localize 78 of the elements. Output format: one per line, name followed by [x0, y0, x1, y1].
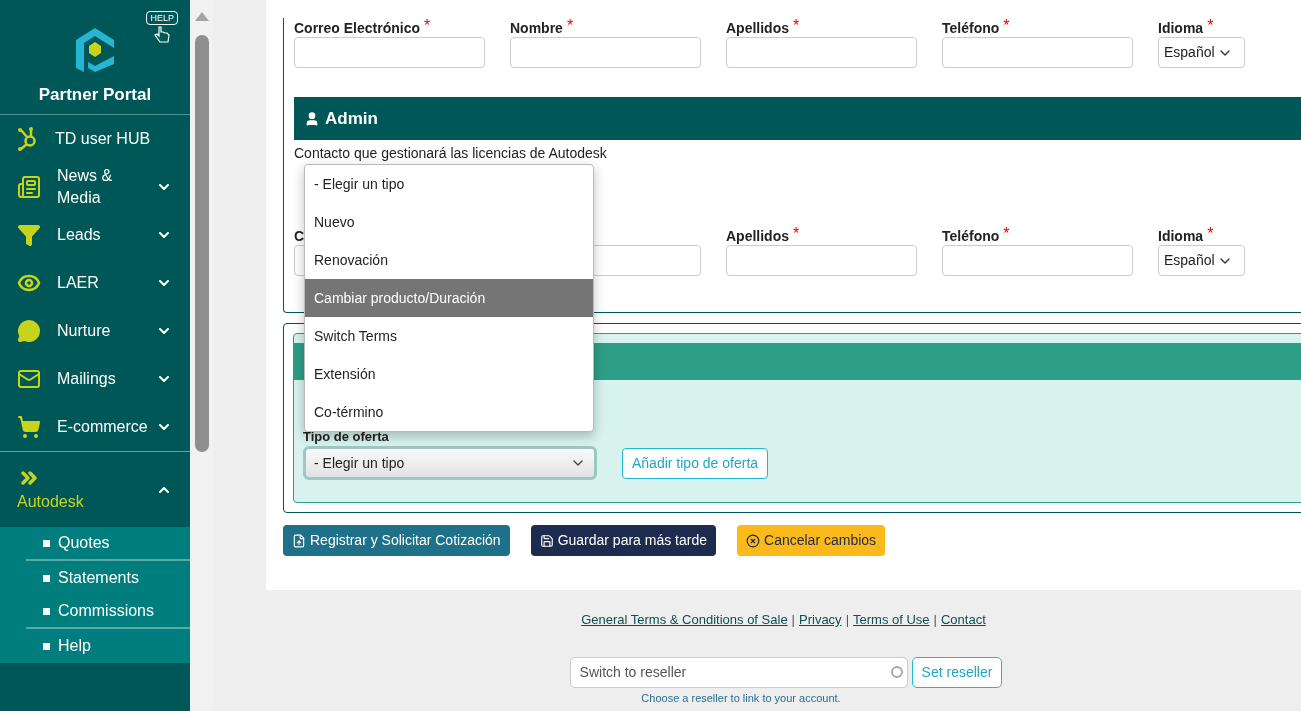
action-button[interactable]: Guardar para más tarde — [530, 525, 717, 556]
scrollbar-thumb[interactable] — [194, 35, 209, 452]
offer-type-label: Tipo de oferta — [303, 430, 390, 444]
logo-icon — [74, 26, 116, 74]
dropdown-option[interactable]: Renovación — [305, 241, 593, 279]
required-mark: * — [793, 18, 800, 34]
submenu-item[interactable]: Help — [58, 634, 91, 658]
reseller-search-field[interactable]: Switch to reseller — [569, 656, 908, 688]
envelope-icon — [17, 367, 41, 391]
link-separator: | — [933, 611, 937, 629]
input-field[interactable] — [294, 37, 485, 68]
admin-header: Admin — [294, 97, 1301, 140]
dropdown-option[interactable]: - Elegir un tipo — [305, 165, 593, 203]
required-mark: * — [1003, 18, 1010, 34]
required-mark: * — [793, 226, 800, 242]
dropdown-option[interactable]: Extensión — [305, 355, 593, 393]
submenu-item[interactable]: Statements — [58, 566, 139, 590]
sidebar-item[interactable]: News & Media — [0, 163, 190, 211]
field-label: Apellidos — [726, 19, 789, 38]
speech-bubble-icon — [17, 319, 41, 343]
sidebar-item[interactable]: TD user HUB — [0, 115, 190, 163]
footer-link[interactable]: General Terms & Conditions of Sale — [581, 610, 788, 630]
cart-icon — [17, 415, 41, 439]
submenu-item[interactable]: Commissions — [58, 599, 154, 623]
funnel-icon — [17, 223, 41, 247]
field-label: Apellidos — [726, 227, 789, 246]
field-label: Nombre — [510, 19, 563, 38]
help-badge[interactable]: HELP — [146, 11, 178, 43]
required-mark: * — [1207, 226, 1214, 242]
field-label: Correo Electrónico — [294, 19, 421, 38]
dropdown-option[interactable]: Switch Terms — [305, 317, 593, 355]
newspaper-icon — [17, 175, 41, 199]
link-separator: | — [791, 611, 795, 629]
sidebar-item[interactable]: Leads — [0, 211, 190, 259]
dropdown-option[interactable]: Cambiar producto/Duración — [305, 279, 593, 317]
language-select[interactable]: Español — [1158, 245, 1245, 276]
hub-icon — [17, 127, 39, 151]
sidebar-item[interactable]: Mailings — [0, 355, 190, 403]
field-label: Idioma — [1158, 227, 1204, 246]
dropdown-option[interactable]: Nuevo — [305, 203, 593, 241]
footer-link[interactable]: Privacy — [799, 610, 842, 630]
input-field[interactable] — [942, 245, 1133, 276]
required-mark: * — [566, 18, 574, 34]
input-field[interactable] — [726, 37, 917, 68]
link-separator: | — [845, 611, 849, 629]
square-bullet-icon — [43, 607, 50, 615]
required-mark: * — [1003, 226, 1010, 242]
input-field[interactable] — [726, 245, 917, 276]
dropdown-option[interactable]: Co-término — [305, 393, 593, 431]
field-label: Teléfono — [942, 19, 1000, 38]
admin-description: Contacto que gestionará las licencias de Autodesk — [294, 145, 608, 161]
required-mark: * — [424, 18, 431, 34]
logo-text: Partner Portal — [38, 84, 152, 106]
language-select[interactable]: Español — [1158, 37, 1245, 68]
square-bullet-icon — [43, 642, 50, 650]
scroll-up-arrow-icon[interactable] — [194, 12, 209, 22]
required-mark: * — [1207, 18, 1214, 34]
cancel-circle-icon — [746, 533, 761, 548]
footer-link[interactable]: Contact — [941, 610, 986, 630]
offer-type-select[interactable]: - Elegir un tipo — [303, 446, 597, 480]
submenu-item[interactable]: Quotes — [58, 531, 110, 555]
reseller-hint: Choose a reseller to link to your account. — [641, 690, 842, 706]
action-button[interactable]: Cancelar cambios — [737, 525, 886, 556]
pointing-hand-icon — [153, 25, 172, 43]
sidebar-item[interactable]: LAER — [0, 259, 190, 307]
field-label: Idioma — [1158, 19, 1204, 38]
file-upload-icon — [292, 533, 306, 548]
action-button[interactable]: Registrar y Solicitar Cotización — [283, 525, 510, 556]
footer-link[interactable]: Terms of Use — [853, 610, 930, 630]
sidebar-item[interactable]: Nurture — [0, 307, 190, 355]
user-icon — [304, 110, 320, 127]
square-bullet-icon — [43, 539, 50, 547]
field-label: C — [294, 227, 305, 246]
field-label: Teléfono — [942, 227, 1000, 246]
input-field[interactable] — [942, 37, 1133, 68]
input-field[interactable] — [510, 37, 701, 68]
sidebar-item[interactable]: E-commerce — [0, 403, 190, 451]
square-bullet-icon — [43, 574, 50, 582]
